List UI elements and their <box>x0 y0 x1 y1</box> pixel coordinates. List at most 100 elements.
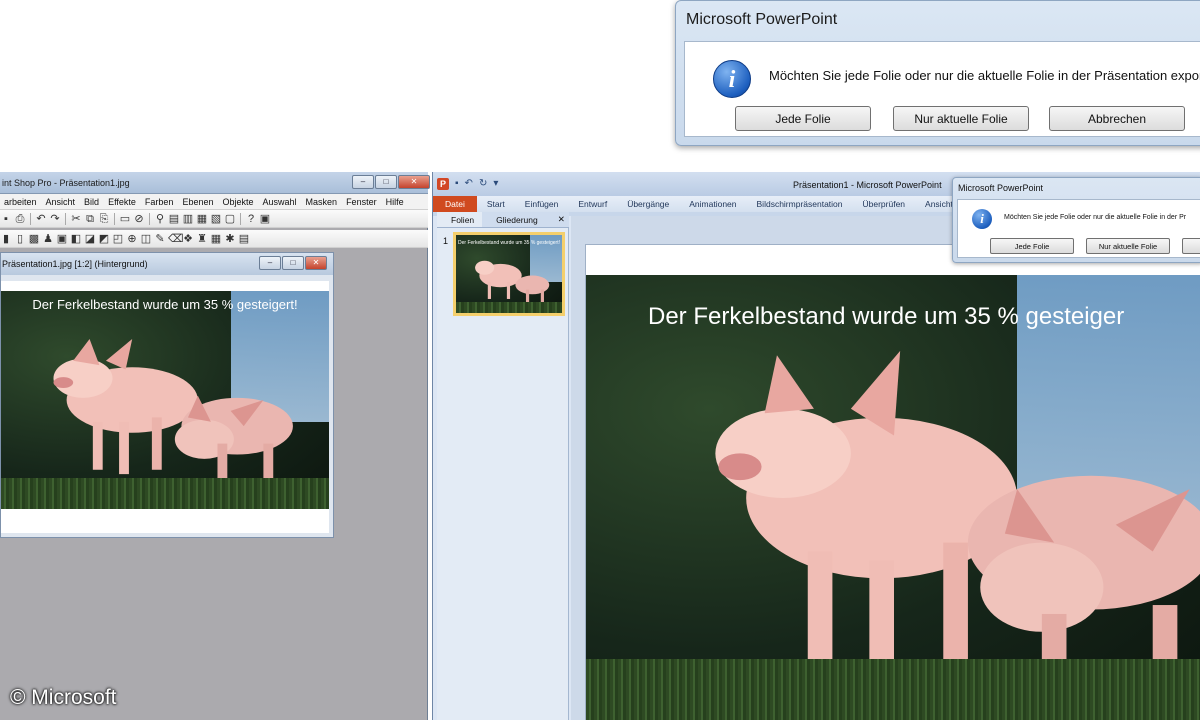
tool-icon[interactable]: ⊕ <box>126 233 138 245</box>
close-button[interactable]: ✕ <box>305 256 327 270</box>
undo-icon[interactable]: ↶ <box>35 213 47 225</box>
maximize-button[interactable]: □ <box>282 256 304 270</box>
dialog-title: Microsoft PowerPoint <box>686 11 838 28</box>
minimize-button[interactable]: – <box>259 256 281 270</box>
powerpoint-logo-icon[interactable]: P <box>437 178 449 190</box>
image-icon[interactable]: ▤ <box>168 213 180 225</box>
tool-icon[interactable]: ◧ <box>70 233 82 245</box>
psp-toolbar-tools: ▮ ▯ ▩ ♟ ▣ ◧ ◪ ◩ ◰ ⊕ ◫ ✎ ⌫ ❖ ♜ ▦ ✱ ▤ <box>0 230 428 248</box>
menu-help[interactable]: Hilfe <box>382 194 409 209</box>
tab-outline[interactable]: Gliederung <box>482 212 546 227</box>
cancel-button[interactable] <box>1182 238 1200 254</box>
stop-icon[interactable]: ⊘ <box>133 213 145 225</box>
tool-icon[interactable]: ▤ <box>238 233 250 245</box>
cut-icon[interactable]: ✂ <box>70 213 82 225</box>
tool-icon[interactable]: ❖ <box>182 233 194 245</box>
menu-view[interactable]: Ansicht <box>42 194 81 209</box>
current-slide-button[interactable]: Nur aktuelle Folie <box>1086 238 1170 254</box>
tool-icon[interactable]: ✱ <box>224 233 236 245</box>
tool-icon[interactable]: ▩ <box>28 233 40 245</box>
copy-icon[interactable]: ⧉ <box>84 213 96 225</box>
every-slide-button[interactable]: Jede Folie <box>735 106 871 131</box>
slide-canvas[interactable]: Der Ferkelbestand wurde um 35 % gesteige… <box>585 244 1200 720</box>
info-icon: i <box>713 60 751 98</box>
photo-grass <box>456 302 562 313</box>
layers-icon[interactable]: ▧ <box>210 213 222 225</box>
redo-icon[interactable]: ↷ <box>49 213 61 225</box>
tool-icon[interactable]: ▦ <box>210 233 222 245</box>
redo-icon[interactable]: ↻ <box>479 178 487 190</box>
toolbar-separator <box>114 212 115 225</box>
monitor-icon[interactable]: ▭ <box>119 213 131 225</box>
menu-objects[interactable]: Objekte <box>218 194 258 209</box>
slide-thumbnail[interactable]: Der Ferkelbestand wurde um 35 % gesteige… <box>453 232 565 316</box>
menu-masks[interactable]: Masken <box>302 194 343 209</box>
current-slide-button[interactable]: Nur aktuelle Folie <box>893 106 1029 131</box>
color-bars-icon[interactable]: ▦ <box>196 213 208 225</box>
tool-icon[interactable]: ◫ <box>140 233 152 245</box>
menu-selections[interactable]: Auswahl <box>259 194 302 209</box>
thumbnail-photo: Der Ferkelbestand wurde um 35 % gesteige… <box>456 235 562 313</box>
tool-icon[interactable]: ⌫ <box>168 233 184 245</box>
tab-review[interactable]: Überprüfen <box>853 196 916 212</box>
maximize-button[interactable]: □ <box>375 175 397 189</box>
save-icon[interactable]: ▪ <box>455 178 459 190</box>
customize-icon[interactable]: ▾ <box>493 178 498 190</box>
tool-icon[interactable]: ♜ <box>196 233 208 245</box>
tab-slides[interactable]: Folien <box>437 212 483 227</box>
copyright-notice: © Microsoft <box>10 686 117 709</box>
every-slide-button[interactable]: Jede Folie <box>990 238 1074 254</box>
print-icon[interactable]: ⎙ <box>14 213 26 225</box>
tool-icon[interactable]: ▮ <box>0 233 12 245</box>
zoom-icon[interactable]: ⚲ <box>154 213 166 225</box>
cancel-button[interactable]: Abbrechen <box>1049 106 1185 131</box>
toolbar-separator <box>30 212 31 225</box>
tool-icon[interactable]: ♟ <box>42 233 54 245</box>
tab-design[interactable]: Entwurf <box>568 196 617 212</box>
tab-file[interactable]: Datei <box>433 196 477 212</box>
tab-home[interactable]: Start <box>477 196 515 212</box>
tab-animations[interactable]: Animationen <box>679 196 746 212</box>
paste-icon[interactable]: ⎘ <box>98 213 110 225</box>
tool-icon[interactable]: ◩ <box>98 233 110 245</box>
slide-caption: Der Ferkelbestand wurde um 35 % gesteige… <box>32 297 298 312</box>
psp-image-window: Präsentation1.jpg [1:2] (Hintergrund) – … <box>0 252 334 538</box>
tool-icon[interactable]: ✎ <box>154 233 166 245</box>
close-icon[interactable]: ✕ <box>546 212 570 227</box>
slide-photo: Der Ferkelbestand wurde um 35 % gesteige… <box>586 275 1200 720</box>
menu-layers[interactable]: Ebenen <box>178 194 218 209</box>
menu-image[interactable]: Bild <box>80 194 104 209</box>
tool-icon[interactable]: ▯ <box>14 233 26 245</box>
menu-window[interactable]: Fenster <box>342 194 382 209</box>
tab-insert[interactable]: Einfügen <box>515 196 569 212</box>
psp-titlebar: int Shop Pro - Präsentation1.jpg – □ ✕ <box>0 172 430 194</box>
histogram-icon[interactable]: ▥ <box>182 213 194 225</box>
save-icon[interactable]: ▪ <box>0 213 12 225</box>
psp-menubar: arbeiten Ansicht Bild Effekte Farben Ebe… <box>0 194 428 210</box>
toolbar-separator <box>65 212 66 225</box>
psp-image-title: Präsentation1.jpg [1:2] (Hintergrund) <box>2 259 148 269</box>
psp-window-title: int Shop Pro - Präsentation1.jpg <box>2 178 130 188</box>
tab-slideshow[interactable]: Bildschirmpräsentation <box>747 196 853 212</box>
lock-icon[interactable]: ▣ <box>259 213 271 225</box>
help-icon[interactable]: ? <box>245 213 257 225</box>
window-icon[interactable]: ▢ <box>224 213 236 225</box>
slides-panel: Folien Gliederung ✕ 1 Der Ferkelbestand … <box>437 212 569 720</box>
menu-edit[interactable]: arbeiten <box>0 194 42 209</box>
tool-icon[interactable]: ▣ <box>56 233 68 245</box>
export-dialog-large: Microsoft PowerPoint i Möchten Sie jede … <box>675 0 1200 146</box>
minimize-button[interactable]: – <box>352 175 374 189</box>
tab-transitions[interactable]: Übergänge <box>617 196 679 212</box>
toolbar-separator <box>149 212 150 225</box>
undo-icon[interactable]: ↶ <box>465 178 473 190</box>
menu-effects[interactable]: Effekte <box>104 194 141 209</box>
thumbnail-caption: Der Ferkelbestand wurde um 35 % gesteige… <box>458 240 560 246</box>
close-button[interactable]: ✕ <box>398 175 430 189</box>
psp-canvas[interactable]: Der Ferkelbestand wurde um 35 % gesteige… <box>1 281 329 533</box>
dialog-body: i Möchten Sie jede Folie oder nur die ak… <box>957 199 1200 258</box>
tool-icon[interactable]: ◰ <box>112 233 124 245</box>
slide-title-text[interactable]: Der Ferkelbestand wurde um 35 % gesteige… <box>648 303 1124 331</box>
tool-icon[interactable]: ◪ <box>84 233 96 245</box>
menu-colors[interactable]: Farben <box>141 194 179 209</box>
info-icon: i <box>972 209 992 229</box>
